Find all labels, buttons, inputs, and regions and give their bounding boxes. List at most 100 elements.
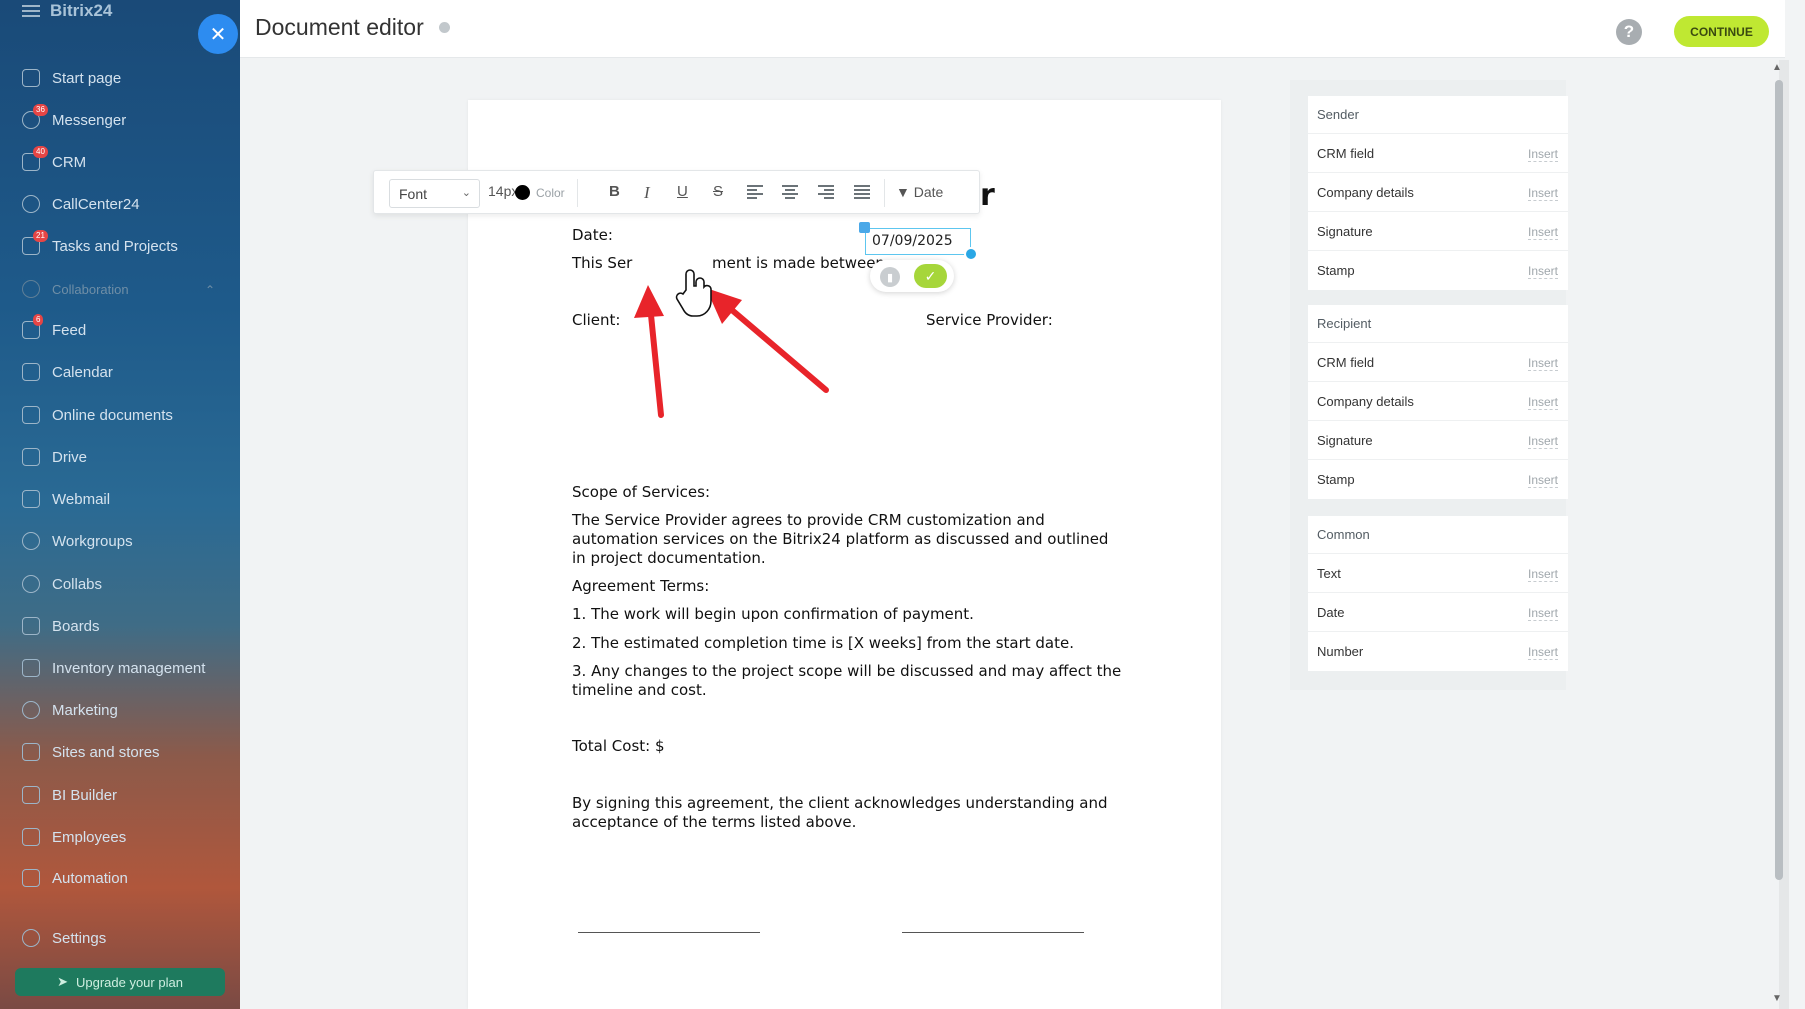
sidebar-item-label: Boards xyxy=(52,617,100,635)
align-right-icon[interactable] xyxy=(818,185,834,199)
insert-link[interactable]: Insert xyxy=(1527,264,1558,279)
recipient-section: Recipient CRM field Insert Company detail… xyxy=(1308,305,1568,499)
sidebar-item-employees[interactable]: Employees xyxy=(22,825,126,849)
sidebar-item-settings[interactable]: Settings xyxy=(22,926,106,950)
sidebar-item-messenger[interactable]: 36 Messenger xyxy=(22,104,127,132)
color-picker-label[interactable]: Color xyxy=(536,186,565,200)
logo[interactable]: Bitrix24 xyxy=(50,1,112,21)
sidebar-item-label: BI Builder xyxy=(52,786,118,804)
info-icon[interactable] xyxy=(439,22,450,33)
insert-link[interactable]: Insert xyxy=(1527,147,1558,162)
scope-line: in project documentation. xyxy=(572,549,766,567)
drag-handle-icon[interactable] xyxy=(859,222,870,233)
sidebar-item-start-page[interactable]: Start page xyxy=(22,66,121,90)
font-size-select[interactable]: 14px xyxy=(488,183,518,199)
align-left-icon[interactable] xyxy=(747,185,763,199)
italic-button[interactable]: I xyxy=(644,183,650,203)
term-item: 1. The work will begin upon confirmation… xyxy=(572,605,974,623)
date-label: Date: xyxy=(572,226,613,244)
insert-link[interactable]: Insert xyxy=(1527,434,1558,449)
insert-link[interactable]: Insert xyxy=(1527,645,1558,660)
resize-handle-icon[interactable] xyxy=(964,247,978,261)
sidebar-item-sites[interactable]: Sites and stores xyxy=(22,740,160,764)
toolbar-divider xyxy=(577,179,578,207)
sidebar-item-webmail[interactable]: Webmail xyxy=(22,487,110,511)
section-title: Recipient xyxy=(1308,305,1568,343)
sidebar-item-label: Marketing xyxy=(52,701,118,719)
drive-icon xyxy=(22,448,40,466)
insert-link[interactable]: Insert xyxy=(1527,186,1558,201)
sidebar-item-label: Collaboration xyxy=(52,281,129,297)
phone-icon xyxy=(22,195,40,213)
insert-row: Signature Insert xyxy=(1308,421,1568,460)
chevron-up-icon[interactable]: ⌃ xyxy=(205,283,215,297)
font-select[interactable]: Font ⌄ xyxy=(389,179,480,208)
sidebar-item-feed[interactable]: 6 Feed xyxy=(22,314,86,342)
insert-row: Company details Insert xyxy=(1308,173,1568,212)
sidebar-item-label: Calendar xyxy=(52,363,113,381)
insert-link[interactable]: Insert xyxy=(1527,356,1558,371)
sidebar-group-collaboration[interactable]: Collaboration xyxy=(22,277,129,301)
bold-button[interactable]: B xyxy=(609,183,620,200)
question-icon: ? xyxy=(1623,22,1635,41)
sidebar-item-label: Automation xyxy=(52,869,128,887)
total-cost: Total Cost: $ xyxy=(572,737,665,755)
sidebar-item-boards[interactable]: Boards xyxy=(22,614,100,638)
scroll-up-icon[interactable]: ▲ xyxy=(1772,62,1782,73)
sidebar-item-inventory[interactable]: Inventory management xyxy=(22,656,205,680)
scrollbar-thumb[interactable] xyxy=(1775,80,1783,880)
tasks-icon: 21 xyxy=(22,230,48,255)
align-center-icon[interactable] xyxy=(782,185,798,199)
sidebar-item-bi-builder[interactable]: BI Builder xyxy=(22,783,117,807)
date-format-button[interactable]: ▼ Date xyxy=(896,184,943,200)
insert-link[interactable]: Insert xyxy=(1527,567,1558,582)
sidebar-item-workgroups[interactable]: Workgroups xyxy=(22,529,133,553)
notification-badge: 21 xyxy=(33,230,48,242)
color-swatch[interactable] xyxy=(515,185,530,200)
insert-link[interactable]: Insert xyxy=(1527,473,1558,488)
sidebar-item-label: Messenger xyxy=(52,111,127,129)
document-icon xyxy=(22,406,40,424)
insert-row: Text Insert xyxy=(1308,554,1568,593)
sidebar-item-label: Start page xyxy=(52,69,122,87)
sidebar-item-callcenter[interactable]: CallCenter24 xyxy=(22,192,140,216)
sidebar-item-label: Webmail xyxy=(52,490,111,508)
upgrade-plan-button[interactable]: ➤ Upgrade your plan xyxy=(15,968,225,996)
continue-button[interactable]: CONTINUE xyxy=(1674,16,1769,47)
sidebar-item-crm[interactable]: 40 CRM xyxy=(22,146,87,174)
checkmark-icon: ✓ xyxy=(924,267,937,284)
strikethrough-button[interactable]: S xyxy=(713,183,723,200)
close-button[interactable]: ✕ xyxy=(198,14,238,54)
sidebar-item-calendar[interactable]: Calendar xyxy=(22,360,113,384)
help-button[interactable]: ? xyxy=(1616,19,1642,45)
sidebar-item-drive[interactable]: Drive xyxy=(22,445,87,469)
delete-field-button[interactable]: ▮ xyxy=(880,267,900,287)
intro-text-left: This Ser xyxy=(572,254,633,272)
page-title: Document editor xyxy=(255,14,424,40)
scope-line: automation services on the Bitrix24 plat… xyxy=(572,530,1109,548)
sidebar-item-marketing[interactable]: Marketing xyxy=(22,698,118,722)
align-justify-icon[interactable] xyxy=(854,185,870,199)
menu-icon[interactable] xyxy=(22,5,40,17)
automation-icon xyxy=(22,869,40,887)
row-label: Stamp xyxy=(1317,263,1355,278)
sidebar-item-collabs[interactable]: Collabs xyxy=(22,572,102,596)
insert-link[interactable]: Insert xyxy=(1527,225,1558,240)
underline-button[interactable]: U xyxy=(677,183,688,200)
insert-link[interactable]: Insert xyxy=(1527,606,1558,621)
section-title: Common xyxy=(1308,516,1568,554)
date-field[interactable]: 07/09/2025 xyxy=(865,228,971,255)
insert-link[interactable]: Insert xyxy=(1527,395,1558,410)
insert-row: CRM field Insert xyxy=(1308,343,1568,382)
sidebar-item-online-documents[interactable]: Online documents xyxy=(22,403,173,427)
sidebar-item-tasks[interactable]: 21 Tasks and Projects xyxy=(22,230,178,258)
sidebar-item-label: CRM xyxy=(52,153,87,171)
notification-badge: 40 xyxy=(33,146,48,158)
scroll-down-icon[interactable]: ▼ xyxy=(1772,993,1782,1004)
chevron-down-icon: ⌄ xyxy=(461,187,471,199)
insert-row: Date Insert xyxy=(1308,593,1568,632)
sidebar-item-automation[interactable]: Automation xyxy=(22,866,128,890)
sidebar-item-label: Drive xyxy=(52,448,88,466)
confirm-field-button[interactable]: ✓ xyxy=(914,264,947,288)
document-page[interactable]: r Date: This Ser ment is made between: C… xyxy=(468,100,1221,1009)
